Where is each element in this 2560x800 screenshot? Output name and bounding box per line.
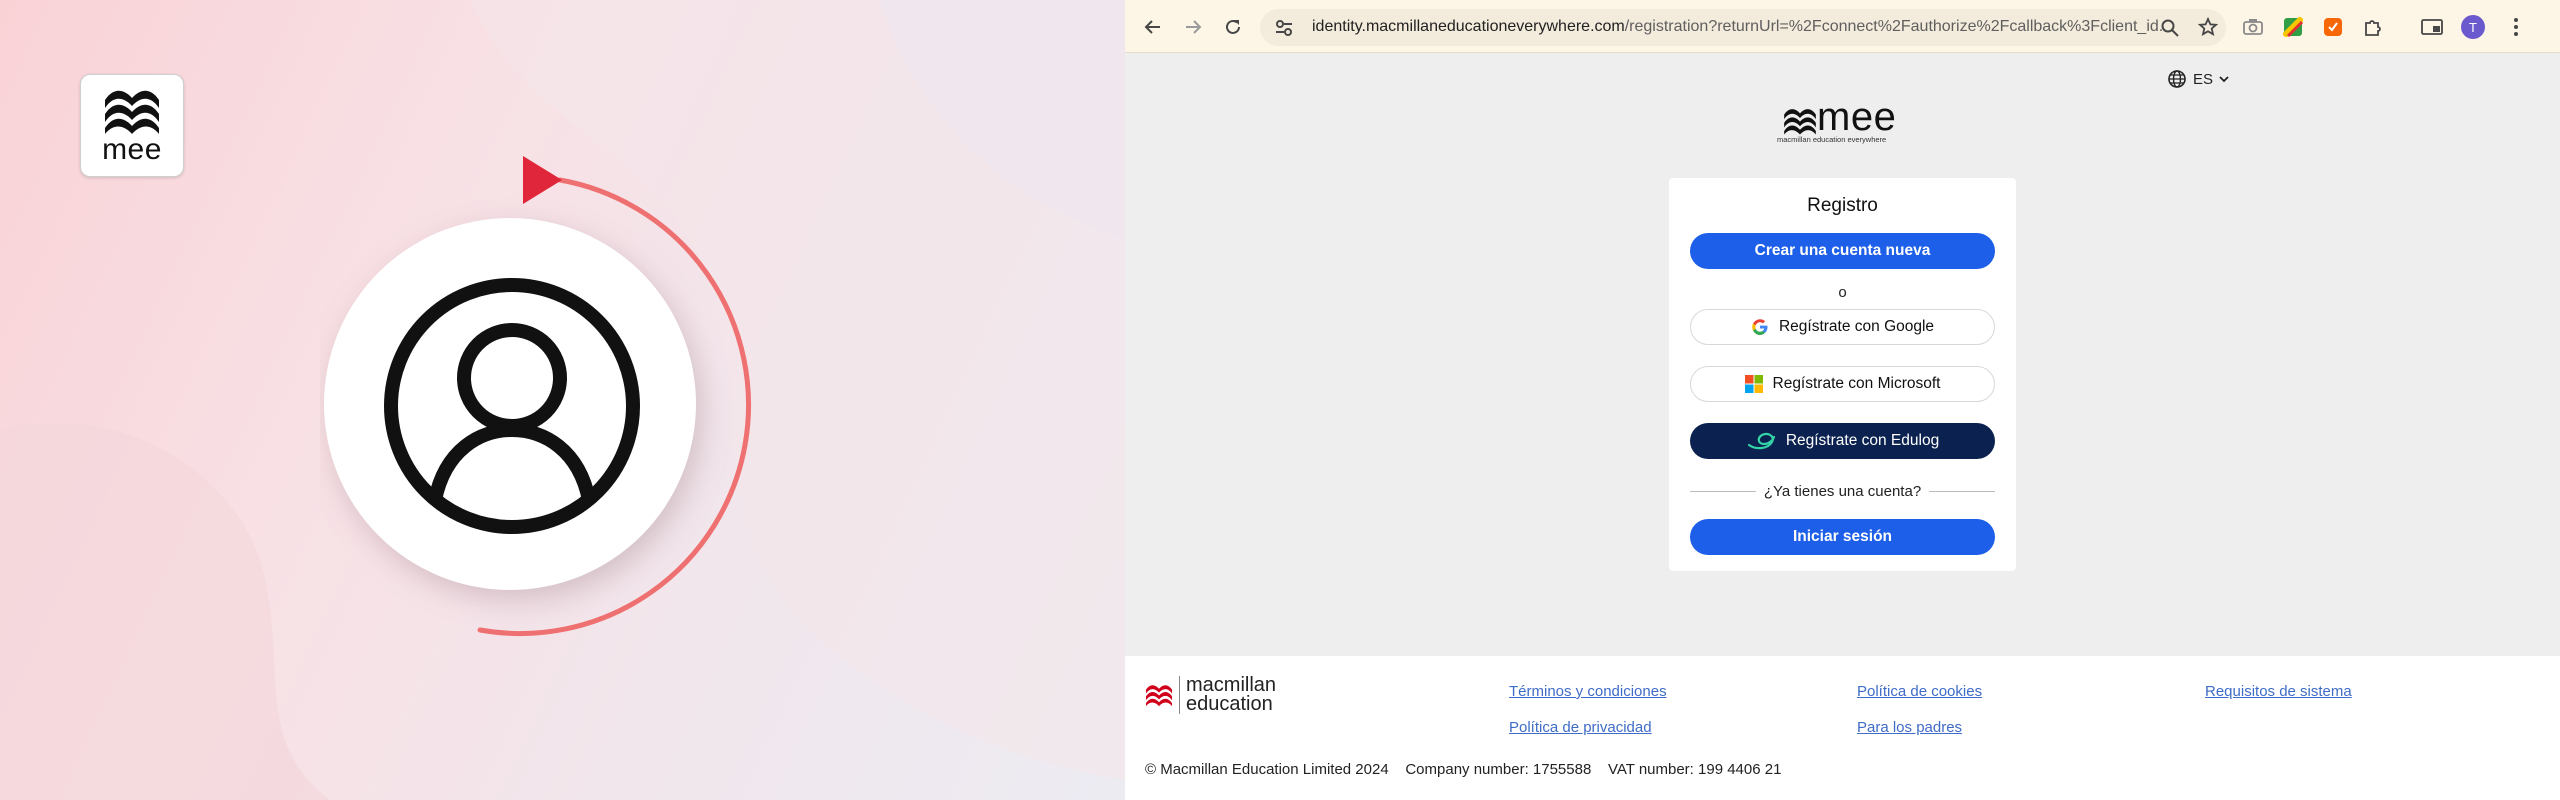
google-icon <box>1752 319 1768 335</box>
sign-in-button[interactable]: Iniciar sesión <box>1690 519 1995 555</box>
logo-wordmark: mee <box>1817 95 1897 139</box>
more-menu-icon[interactable] <box>2502 13 2530 41</box>
copyright-text: © Macmillan Education Limited 2024 Compa… <box>1145 761 1782 778</box>
reading-mode-icon[interactable] <box>2418 13 2446 41</box>
mee-wave-logo-icon <box>105 90 159 134</box>
forward-icon[interactable] <box>1179 13 1207 41</box>
microsoft-signup-label: Regístrate con Microsoft <box>1772 375 1941 392</box>
avatar-circle <box>324 218 696 590</box>
system-requirements-link[interactable]: Requisitos de sistema <box>2205 683 2352 700</box>
terms-link[interactable]: Términos y condiciones <box>1509 683 1667 700</box>
language-selector[interactable]: ES <box>2167 69 2229 89</box>
extension-icon[interactable] <box>2319 13 2347 41</box>
url-path: /registration?returnUrl=%2Fconnect%2Faut… <box>1624 18 2162 35</box>
page-footer: macmillan education Términos y condicion… <box>1125 656 2560 800</box>
google-signup-button[interactable]: Regístrate con Google <box>1690 309 1995 345</box>
edulog-signup-button[interactable]: Regístrate con Edulog <box>1690 423 1995 459</box>
logo-tagline: macmillan education everywhere <box>1777 135 1887 144</box>
mee-wave-logo-icon <box>1784 109 1816 135</box>
browser-window: identity.macmillaneducationeverywhere.co… <box>1125 0 2560 800</box>
edulog-signup-label: Regístrate con Edulog <box>1785 432 1940 449</box>
extension-icon[interactable] <box>2279 13 2307 41</box>
parents-link[interactable]: Para los padres <box>1857 719 1962 736</box>
macmillan-wave-icon <box>1145 685 1173 707</box>
profile-avatar[interactable]: T <box>2461 15 2485 39</box>
registration-page: ES mee macmillan education everywhere Re… <box>1125 53 2560 800</box>
mee-logo: mee <box>80 74 184 177</box>
url-text[interactable]: identity.macmillaneducationeverywhere.co… <box>1312 18 2162 36</box>
reload-icon[interactable] <box>1219 13 1247 41</box>
card-title: Registro <box>1807 195 1878 216</box>
registration-card: Registro Crear una cuenta nueva o Regíst… <box>1669 178 2016 571</box>
cookies-link[interactable]: Política de cookies <box>1857 683 1982 700</box>
browser-toolbar: identity.macmillaneducationeverywhere.co… <box>1125 0 2560 53</box>
address-bar[interactable]: identity.macmillaneducationeverywhere.co… <box>1260 9 2226 46</box>
create-account-button[interactable]: Crear una cuenta nueva <box>1690 233 1995 269</box>
macmillan-wordmark: macmillan education <box>1179 675 1276 715</box>
or-separator: o <box>1838 284 1847 301</box>
account-illustration <box>320 150 760 650</box>
back-icon[interactable] <box>1139 13 1167 41</box>
have-account-divider: ¿Ya tienes una cuenta? <box>1690 483 1995 500</box>
language-code: ES <box>2193 70 2214 88</box>
mee-logo-text: mee <box>102 132 162 166</box>
chevron-down-icon <box>2219 76 2229 83</box>
logo-line-2: education <box>1186 693 1273 715</box>
play-icon <box>523 156 562 204</box>
puzzle-icon[interactable] <box>2359 13 2387 41</box>
microsoft-signup-button[interactable]: Regístrate con Microsoft <box>1690 366 1995 402</box>
have-account-text: ¿Ya tienes una cuenta? <box>1763 483 1922 500</box>
microsoft-icon <box>1744 375 1763 393</box>
site-settings-icon[interactable] <box>1274 18 1294 43</box>
privacy-link[interactable]: Política de privacidad <box>1509 719 1652 736</box>
macmillan-education-logo: macmillan education <box>1145 675 1276 715</box>
bookmark-star-icon[interactable] <box>2197 16 2219 42</box>
google-signup-label: Regístrate con Google <box>1778 318 1935 335</box>
camera-icon[interactable] <box>2239 13 2267 41</box>
globe-icon <box>2168 70 2186 88</box>
url-host: identity.macmillaneducationeverywhere.co… <box>1312 18 1625 35</box>
edulog-icon <box>1747 432 1775 450</box>
zoom-icon[interactable] <box>2160 18 2180 43</box>
promo-panel: mee <box>0 0 1125 800</box>
